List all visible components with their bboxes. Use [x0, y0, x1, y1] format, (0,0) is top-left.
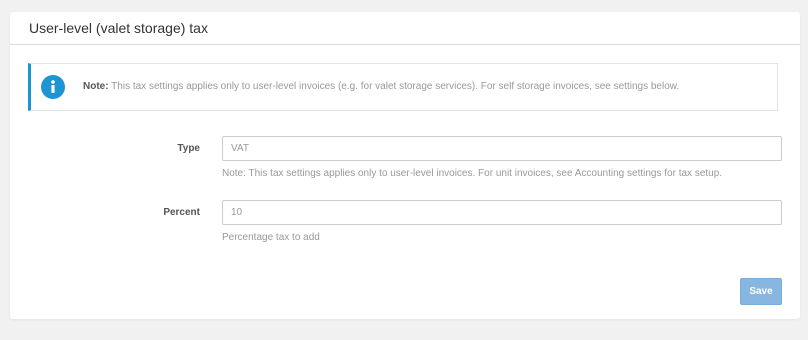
save-button[interactable]: Save [740, 278, 782, 305]
note-body: This tax settings applies only to user-l… [111, 81, 680, 92]
panel-header: User-level (valet storage) tax [10, 12, 800, 45]
info-icon [41, 75, 65, 99]
type-help-text: Note: This tax settings applies only to … [222, 168, 723, 179]
percent-input[interactable] [222, 200, 782, 225]
tax-settings-panel: User-level (valet storage) tax Note: Thi… [10, 12, 800, 319]
note-label: Note: [83, 81, 109, 92]
percent-label: Percent [163, 207, 200, 218]
note-text: Note: This tax settings applies only to … [83, 81, 679, 92]
panel-title: User-level (valet storage) tax [29, 20, 208, 36]
type-input[interactable] [222, 136, 782, 161]
type-label: Type [177, 143, 200, 154]
info-note: Note: This tax settings applies only to … [28, 63, 778, 111]
percent-help-text: Percentage tax to add [222, 232, 320, 243]
